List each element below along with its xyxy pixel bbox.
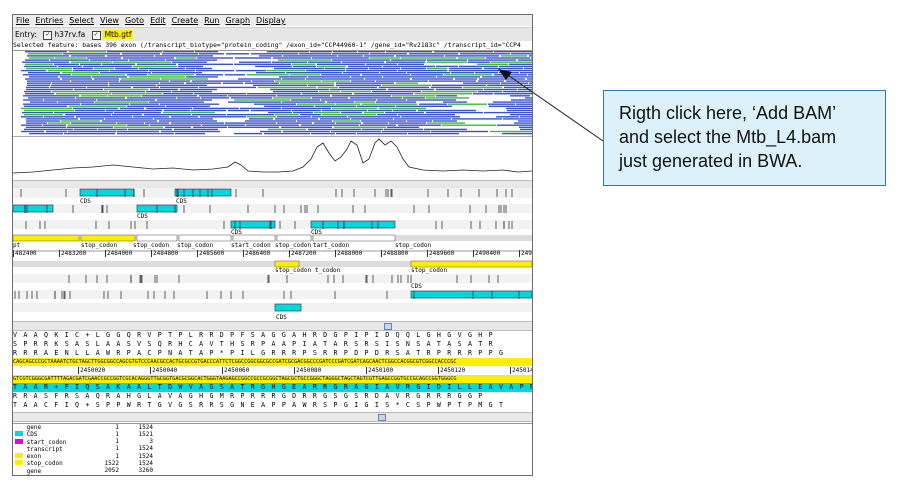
callout-line-1: Rigth click here, ‘Add BAM’ bbox=[619, 103, 837, 123]
callout-line-3: just generated in BWA. bbox=[619, 151, 803, 171]
instruction-callout: Rigth click here, ‘Add BAM’ and select t… bbox=[603, 90, 886, 186]
callout-line-2: and select the Mtb_L4.bam bbox=[619, 127, 837, 147]
callout-arrow bbox=[498, 69, 604, 142]
